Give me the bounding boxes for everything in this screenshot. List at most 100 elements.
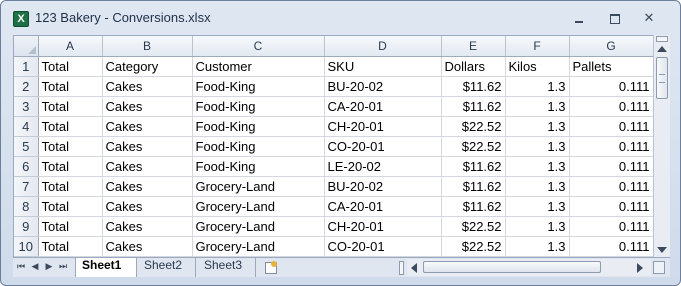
- cell-c6[interactable]: Food-King: [192, 156, 325, 177]
- cell-f7[interactable]: 1.3: [505, 176, 570, 197]
- select-all-corner[interactable]: [14, 36, 39, 57]
- scroll-right-arrow-icon[interactable]: [637, 263, 643, 273]
- cell-g4[interactable]: 0.111: [569, 116, 654, 137]
- vertical-scrollbar[interactable]: [653, 35, 670, 257]
- next-sheet-icon[interactable]: ▶: [43, 261, 55, 274]
- cell-d2[interactable]: BU-20-02: [324, 76, 442, 97]
- cell-g7[interactable]: 0.111: [569, 176, 654, 197]
- cell-e5[interactable]: $22.52: [441, 136, 506, 157]
- cell-g5[interactable]: 0.111: [569, 136, 654, 157]
- cell-f1[interactable]: Kilos: [505, 56, 570, 77]
- column-header-b[interactable]: B: [102, 36, 193, 57]
- cell-b9[interactable]: Cakes: [102, 216, 193, 237]
- column-header-c[interactable]: C: [192, 36, 325, 57]
- cell-f8[interactable]: 1.3: [505, 196, 570, 217]
- cell-f10[interactable]: 1.3: [505, 236, 570, 257]
- split-handle[interactable]: [656, 36, 668, 42]
- scroll-left-arrow-icon[interactable]: [411, 263, 417, 273]
- cell-c9[interactable]: Grocery-Land: [192, 216, 325, 237]
- cell-f9[interactable]: 1.3: [505, 216, 570, 237]
- cell-a9[interactable]: Total: [38, 216, 103, 237]
- row-header[interactable]: 10: [14, 236, 39, 257]
- cell-g2[interactable]: 0.111: [569, 76, 654, 97]
- cell-d9[interactable]: CH-20-01: [324, 216, 442, 237]
- cell-c2[interactable]: Food-King: [192, 76, 325, 97]
- cell-g6[interactable]: 0.111: [569, 156, 654, 177]
- cell-b6[interactable]: Cakes: [102, 156, 193, 177]
- title-bar[interactable]: X 123 Bakery - Conversions.xlsx ✕: [1, 1, 680, 35]
- cell-g9[interactable]: 0.111: [569, 216, 654, 237]
- tab-sheet2[interactable]: Sheet2: [138, 258, 196, 277]
- cell-b7[interactable]: Cakes: [102, 176, 193, 197]
- cell-a6[interactable]: Total: [38, 156, 103, 177]
- cell-a1[interactable]: Total: [38, 56, 103, 77]
- cell-a4[interactable]: Total: [38, 116, 103, 137]
- cell-b8[interactable]: Cakes: [102, 196, 193, 217]
- cell-e3[interactable]: $11.62: [441, 96, 506, 117]
- cell-e6[interactable]: $11.62: [441, 156, 506, 177]
- tab-split-handle[interactable]: [399, 261, 404, 275]
- row-header[interactable]: 2: [14, 76, 39, 97]
- cell-b4[interactable]: Cakes: [102, 116, 193, 137]
- cell-c4[interactable]: Food-King: [192, 116, 325, 137]
- cell-g3[interactable]: 0.111: [569, 96, 654, 117]
- column-header-d[interactable]: D: [324, 36, 442, 57]
- insert-worksheet-icon[interactable]: [263, 261, 279, 274]
- cell-e4[interactable]: $22.52: [441, 116, 506, 137]
- cell-e10[interactable]: $22.52: [441, 236, 506, 257]
- cell-d6[interactable]: LE-20-02: [324, 156, 442, 177]
- horizontal-scrollbar[interactable]: [407, 259, 651, 276]
- cell-d8[interactable]: CA-20-01: [324, 196, 442, 217]
- cell-d3[interactable]: CA-20-01: [324, 96, 442, 117]
- cell-e9[interactable]: $22.52: [441, 216, 506, 237]
- cell-e1[interactable]: Dollars: [441, 56, 506, 77]
- cell-c8[interactable]: Grocery-Land: [192, 196, 325, 217]
- cell-c3[interactable]: Food-King: [192, 96, 325, 117]
- cell-a5[interactable]: Total: [38, 136, 103, 157]
- last-sheet-icon[interactable]: ⏭: [57, 261, 69, 274]
- cell-f2[interactable]: 1.3: [505, 76, 570, 97]
- resize-grip-icon[interactable]: [653, 261, 665, 274]
- tab-sheet1[interactable]: Sheet1: [75, 258, 137, 277]
- cell-c1[interactable]: Customer: [192, 56, 325, 77]
- cell-b3[interactable]: Cakes: [102, 96, 193, 117]
- scroll-down-arrow-icon[interactable]: [657, 247, 667, 253]
- cell-d1[interactable]: SKU: [324, 56, 442, 77]
- maximize-button[interactable]: [607, 12, 623, 26]
- cell-d5[interactable]: CO-20-01: [324, 136, 442, 157]
- row-header[interactable]: 5: [14, 136, 39, 157]
- cell-d10[interactable]: CO-20-01: [324, 236, 442, 257]
- cell-g8[interactable]: 0.111: [569, 196, 654, 217]
- vertical-scroll-thumb[interactable]: [656, 57, 668, 99]
- first-sheet-icon[interactable]: ⏮: [15, 261, 27, 274]
- column-header-a[interactable]: A: [38, 36, 103, 57]
- row-header[interactable]: 1: [14, 56, 39, 77]
- cell-e2[interactable]: $11.62: [441, 76, 506, 97]
- cell-b1[interactable]: Category: [102, 56, 193, 77]
- column-header-g[interactable]: G: [569, 36, 654, 57]
- cell-b2[interactable]: Cakes: [102, 76, 193, 97]
- cell-b10[interactable]: Cakes: [102, 236, 193, 257]
- cell-e8[interactable]: $11.62: [441, 196, 506, 217]
- cell-d4[interactable]: CH-20-01: [324, 116, 442, 137]
- cell-f5[interactable]: 1.3: [505, 136, 570, 157]
- row-header[interactable]: 3: [14, 96, 39, 117]
- row-header[interactable]: 4: [14, 116, 39, 137]
- cell-c5[interactable]: Food-King: [192, 136, 325, 157]
- row-header[interactable]: 6: [14, 156, 39, 177]
- cell-a2[interactable]: Total: [38, 76, 103, 97]
- scroll-up-arrow-icon[interactable]: [657, 46, 667, 52]
- horizontal-scroll-thumb[interactable]: [423, 261, 601, 273]
- cell-c7[interactable]: Grocery-Land: [192, 176, 325, 197]
- cell-f3[interactable]: 1.3: [505, 96, 570, 117]
- cell-g1[interactable]: Pallets: [569, 56, 654, 77]
- cell-d7[interactable]: BU-20-02: [324, 176, 442, 197]
- cell-e7[interactable]: $11.62: [441, 176, 506, 197]
- row-header[interactable]: 8: [14, 196, 39, 217]
- row-header[interactable]: 9: [14, 216, 39, 237]
- spreadsheet-grid[interactable]: ABCDEFG 1 Total Category Customer SKU Dollars…: [13, 35, 670, 275]
- cell-g10[interactable]: 0.111: [569, 236, 654, 257]
- cell-a3[interactable]: Total: [38, 96, 103, 117]
- cell-f4[interactable]: 1.3: [505, 116, 570, 137]
- row-header[interactable]: 7: [14, 176, 39, 197]
